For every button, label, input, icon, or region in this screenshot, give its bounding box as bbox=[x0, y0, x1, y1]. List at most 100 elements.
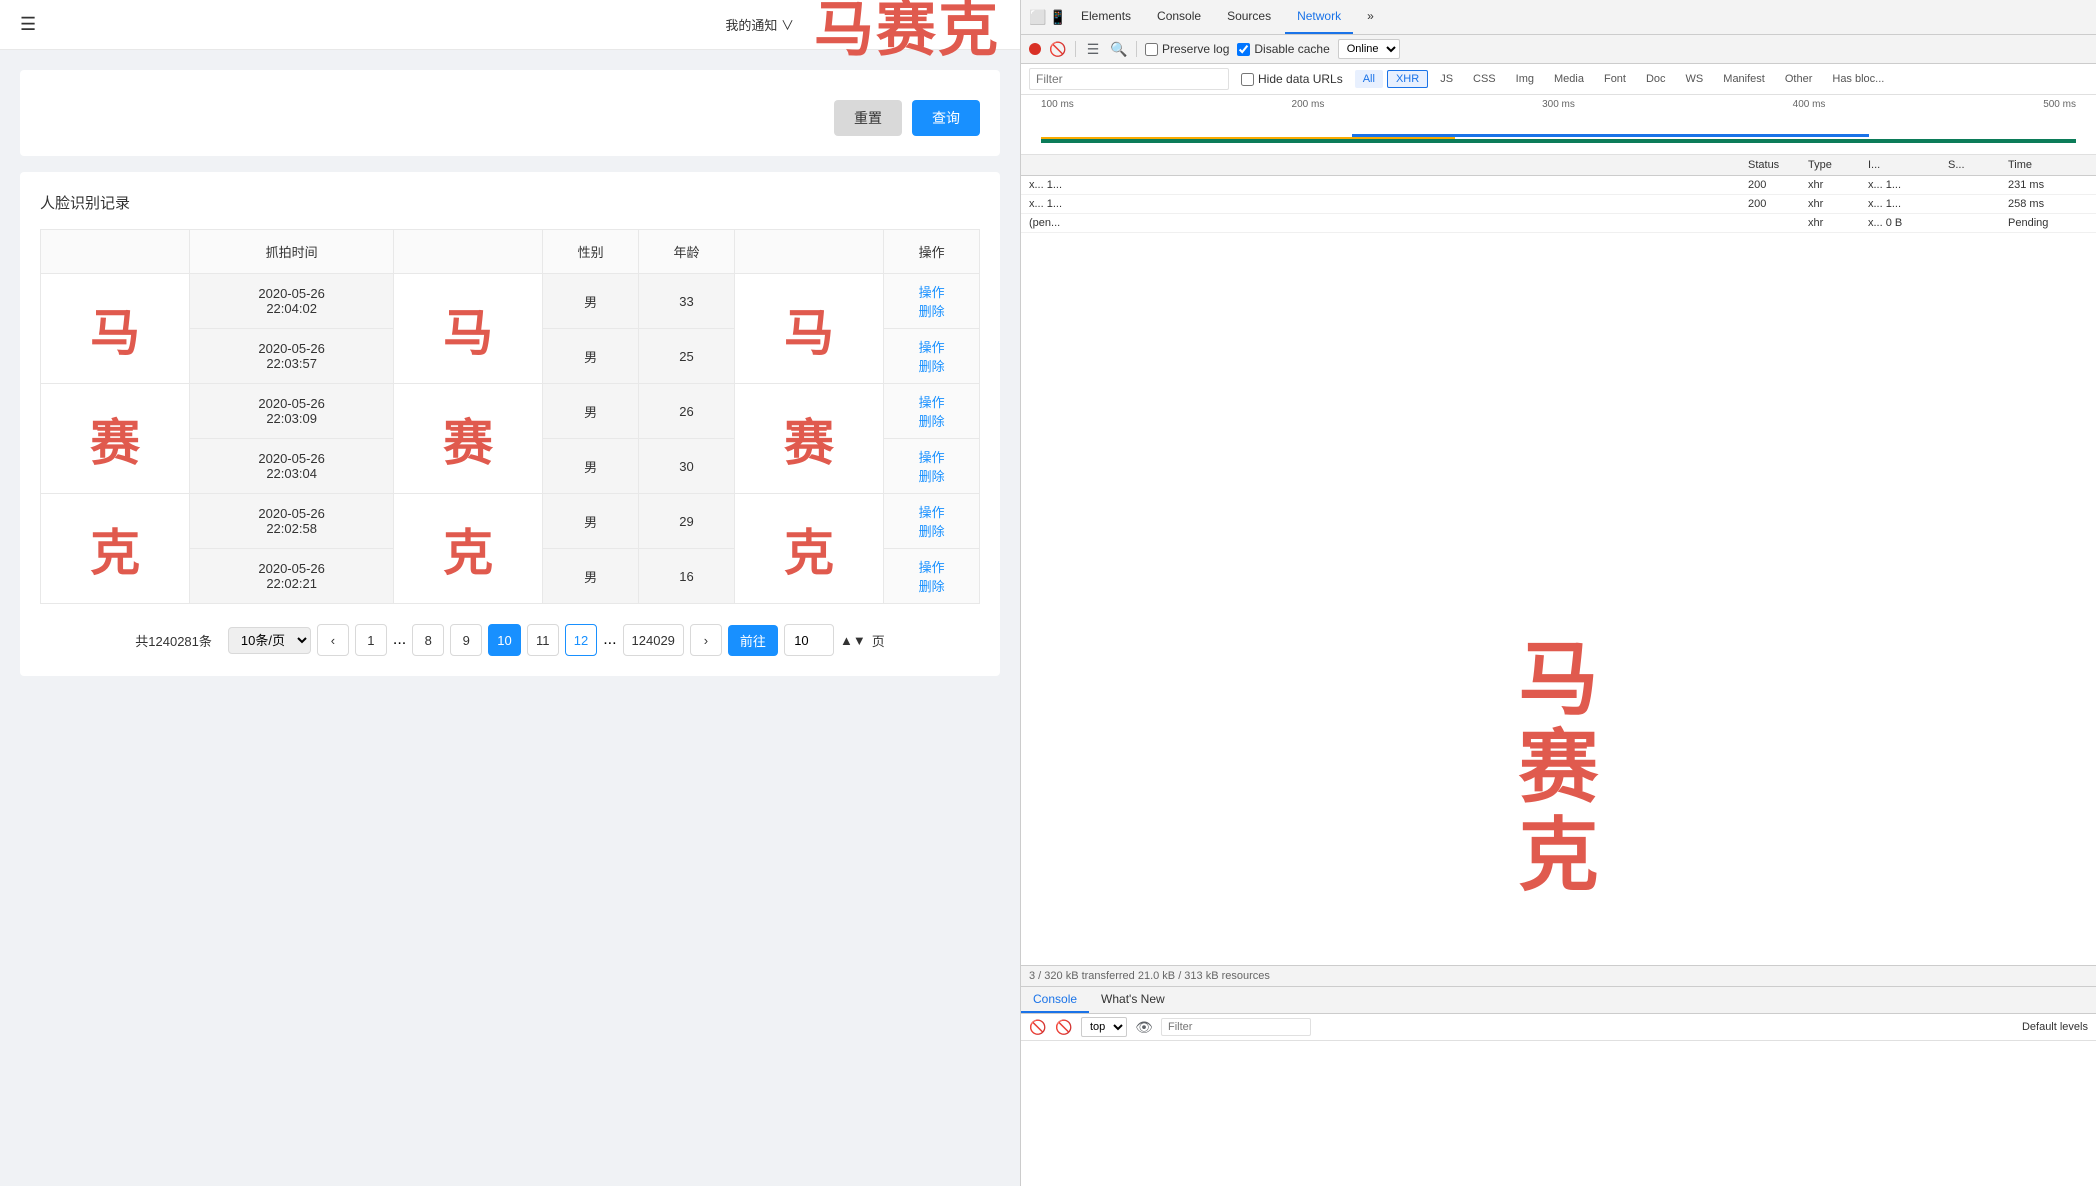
throttle-select[interactable]: Online bbox=[1338, 39, 1400, 59]
console-eye-icon[interactable]: 👁 bbox=[1135, 1018, 1153, 1036]
age-cell: 33 bbox=[639, 274, 735, 329]
search-icon[interactable]: 🔍 bbox=[1110, 40, 1128, 58]
network-table-header: Status Type I... S... Time bbox=[1021, 155, 2096, 176]
disable-cache-checkbox[interactable]: Disable cache bbox=[1237, 42, 1329, 56]
page-12-btn[interactable]: 12 bbox=[565, 624, 597, 656]
action-edit-link[interactable]: 操作 bbox=[892, 337, 971, 356]
age-cell: 30 bbox=[639, 439, 735, 494]
filter-js[interactable]: JS bbox=[1432, 70, 1461, 88]
page-size-select[interactable]: 10条/页 20条/页 50条/页 bbox=[228, 627, 311, 654]
records-section: 人脸识别记录 抓拍时间 性别 年龄 操作 马202 bbox=[20, 172, 1000, 676]
menu-icon[interactable]: ☰ bbox=[20, 14, 36, 35]
page-last-btn[interactable]: 124029 bbox=[623, 624, 684, 656]
page-10-btn[interactable]: 10 bbox=[488, 624, 520, 656]
search-section: 重置 查询 bbox=[20, 70, 1000, 156]
devtools-watermark: 马 赛 克 bbox=[1021, 571, 2096, 966]
timeline-chart bbox=[1041, 110, 2076, 145]
action-delete-link[interactable]: 删除 bbox=[892, 411, 971, 430]
toolbar-divider bbox=[1075, 41, 1076, 57]
network-row[interactable]: x... 1... 200 xhr x... 1... 258 ms bbox=[1021, 195, 2096, 214]
req-initiator-3: x... 0 B bbox=[1868, 217, 1948, 229]
console-stop-icon[interactable]: 🚫 bbox=[1029, 1018, 1047, 1036]
action-delete-link[interactable]: 删除 bbox=[892, 466, 971, 485]
action-delete-link[interactable]: 删除 bbox=[892, 576, 971, 595]
col-gender: 性别 bbox=[543, 230, 639, 274]
col-time-header: Time bbox=[2008, 159, 2088, 171]
filter-font[interactable]: Font bbox=[1596, 70, 1634, 88]
filter-has-bloc[interactable]: Has bloc... bbox=[1824, 70, 1892, 88]
action-delete-link[interactable]: 删除 bbox=[892, 521, 971, 540]
query-button[interactable]: 查询 bbox=[912, 100, 980, 136]
default-level[interactable]: Default levels bbox=[2022, 1021, 2088, 1033]
table-row: 赛2020-05-26 22:03:09赛男26赛操作删除 bbox=[41, 384, 980, 439]
devtools-device-icon[interactable]: 📱 bbox=[1049, 8, 1067, 26]
prev-page-btn[interactable]: ‹ bbox=[317, 624, 349, 656]
network-row[interactable]: (pen... xhr x... 0 B Pending bbox=[1021, 214, 2096, 233]
console-filter-input[interactable] bbox=[1161, 1018, 1311, 1036]
ellipsis-2: ... bbox=[603, 631, 616, 649]
network-filter-input[interactable] bbox=[1029, 68, 1229, 90]
action-edit-link[interactable]: 操作 bbox=[892, 502, 971, 521]
filter-doc[interactable]: Doc bbox=[1638, 70, 1674, 88]
action-cell: 操作删除 bbox=[884, 494, 980, 549]
time-cell: 2020-05-26 22:02:21 bbox=[190, 549, 394, 604]
gender-cell: 男 bbox=[543, 274, 639, 329]
preserve-log-label: Preserve log bbox=[1162, 42, 1229, 56]
preserve-log-input[interactable] bbox=[1145, 43, 1158, 56]
col-status-header: Status bbox=[1748, 159, 1808, 171]
action-delete-link[interactable]: 删除 bbox=[892, 356, 971, 375]
network-row[interactable]: x... 1... 200 xhr x... 1... 231 ms bbox=[1021, 176, 2096, 195]
goto-button[interactable]: 前往 bbox=[728, 625, 778, 656]
page-goto: 前往 ▲▼ 页 bbox=[728, 624, 885, 656]
notification-bell[interactable]: 我的通知 ∨ bbox=[725, 15, 794, 34]
devtools-inspect-icon[interactable]: ⬜ bbox=[1029, 8, 1047, 26]
toolbar-divider-2 bbox=[1136, 41, 1137, 57]
disable-cache-input[interactable] bbox=[1237, 43, 1250, 56]
tab-network[interactable]: Network bbox=[1285, 0, 1353, 34]
filter-css[interactable]: CSS bbox=[1465, 70, 1504, 88]
devtools-watermark-char2: 赛 bbox=[1519, 724, 1599, 812]
page-1-btn[interactable]: 1 bbox=[355, 624, 387, 656]
filter-types: All XHR JS CSS Img Media Font Doc WS Man… bbox=[1355, 70, 1893, 88]
console-tab[interactable]: Console bbox=[1021, 987, 1089, 1013]
tab-elements[interactable]: Elements bbox=[1069, 0, 1143, 34]
filter-all[interactable]: All bbox=[1355, 70, 1383, 88]
col-photo1 bbox=[41, 230, 190, 274]
filter-media[interactable]: Media bbox=[1546, 70, 1592, 88]
hide-data-urls-label[interactable]: Hide data URLs bbox=[1241, 72, 1343, 86]
filter-row: Hide data URLs All XHR JS CSS Img Media … bbox=[1021, 64, 2096, 95]
tab-sources[interactable]: Sources bbox=[1215, 0, 1283, 34]
ellipsis-1: ... bbox=[393, 631, 406, 649]
time-cell: 2020-05-26 22:02:58 bbox=[190, 494, 394, 549]
preserve-log-checkbox[interactable]: Preserve log bbox=[1145, 42, 1229, 56]
clear-button[interactable]: 🚫 bbox=[1049, 40, 1067, 58]
action-edit-link[interactable]: 操作 bbox=[892, 447, 971, 466]
action-delete-link[interactable]: 删除 bbox=[892, 301, 971, 320]
hide-data-urls-input[interactable] bbox=[1241, 73, 1254, 86]
action-edit-link[interactable]: 操作 bbox=[892, 557, 971, 576]
timeline-100ms: 100 ms bbox=[1041, 99, 1074, 110]
table-row: 克2020-05-26 22:02:58克男29克操作删除 bbox=[41, 494, 980, 549]
whats-new-tab[interactable]: What's New bbox=[1089, 987, 1177, 1013]
tab-more[interactable]: » bbox=[1355, 0, 1386, 34]
page-input[interactable] bbox=[784, 624, 834, 656]
filter-ws[interactable]: WS bbox=[1678, 70, 1712, 88]
filter-img[interactable]: Img bbox=[1508, 70, 1542, 88]
console-clear-icon[interactable]: 🚫 bbox=[1055, 1018, 1073, 1036]
action-edit-link[interactable]: 操作 bbox=[892, 282, 971, 301]
page-8-btn[interactable]: 8 bbox=[412, 624, 444, 656]
console-context-select[interactable]: top bbox=[1081, 1017, 1127, 1037]
filter-manifest[interactable]: Manifest bbox=[1715, 70, 1773, 88]
filter-other[interactable]: Other bbox=[1777, 70, 1821, 88]
page-9-btn[interactable]: 9 bbox=[450, 624, 482, 656]
page-11-btn[interactable]: 11 bbox=[527, 624, 559, 656]
filter-xhr[interactable]: XHR bbox=[1387, 70, 1428, 88]
reset-button[interactable]: 重置 bbox=[834, 100, 902, 136]
action-edit-link[interactable]: 操作 bbox=[892, 392, 971, 411]
time-cell: 2020-05-26 22:04:02 bbox=[190, 274, 394, 329]
filter-icon[interactable]: ☰ bbox=[1084, 40, 1102, 58]
action-cell: 操作删除 bbox=[884, 329, 980, 384]
next-page-btn[interactable]: › bbox=[690, 624, 722, 656]
record-button[interactable] bbox=[1029, 43, 1041, 55]
tab-console[interactable]: Console bbox=[1145, 0, 1213, 34]
